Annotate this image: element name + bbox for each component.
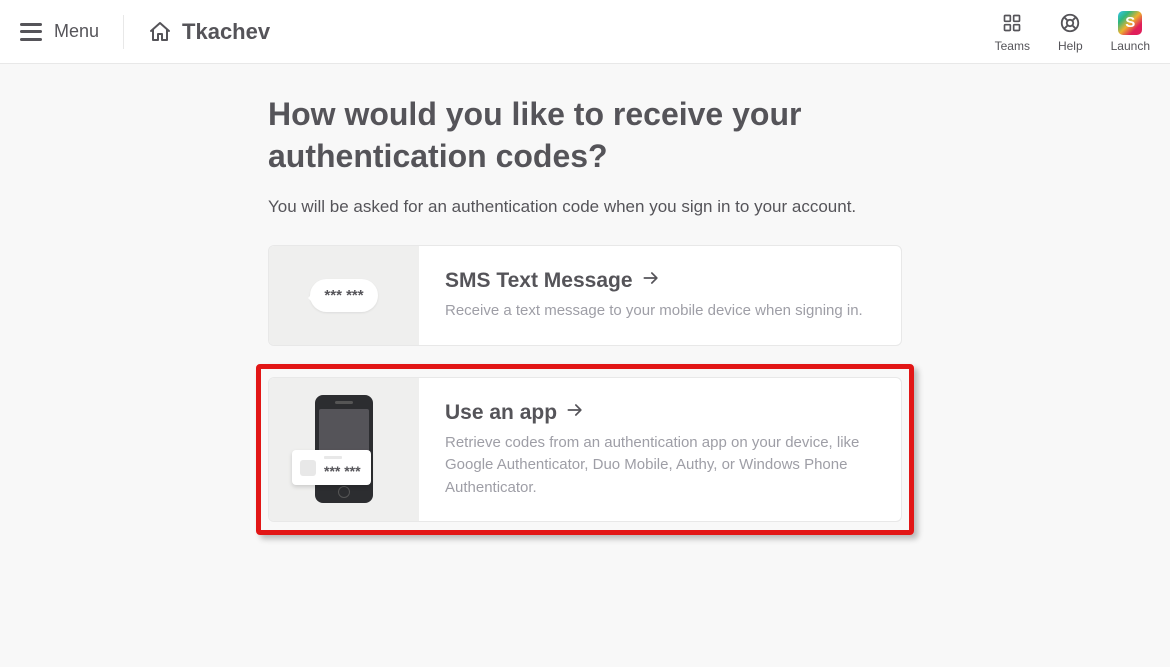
menu-button[interactable]: Menu [20, 21, 99, 42]
highlight-annotation: *** *** Use an app Retriev [256, 364, 914, 536]
help-icon [1059, 11, 1081, 35]
team-button[interactable]: Tkachev [148, 19, 270, 45]
nav-launch[interactable]: S Launch [1111, 11, 1150, 53]
phone-icon [315, 395, 373, 503]
header-right: Teams Help S Launch [995, 11, 1150, 53]
option-sms-illustration: *** *** [269, 246, 419, 345]
content: How would you like to receive your authe… [268, 94, 902, 535]
option-app-title-row: Use an app [445, 400, 875, 426]
nav-teams-label: Teams [995, 39, 1030, 53]
nav-launch-label: Launch [1111, 39, 1150, 53]
nav-help-label: Help [1058, 39, 1083, 53]
team-name: Tkachev [182, 19, 270, 45]
code-bubble-text: *** *** [324, 463, 361, 479]
option-app-desc: Retrieve codes from an authentication ap… [445, 432, 875, 500]
page-subtitle: You will be asked for an authentication … [268, 197, 902, 217]
hamburger-icon [20, 23, 42, 41]
header-divider [123, 15, 124, 49]
option-sms[interactable]: *** *** SMS Text Message Receive a text … [268, 245, 902, 346]
option-app-text: Use an app Retrieve codes from an authen… [419, 378, 901, 522]
slack-icon: S [1118, 11, 1142, 35]
header-bar: Menu Tkachev Teams [0, 0, 1170, 64]
arrow-right-icon [641, 268, 661, 294]
menu-label: Menu [54, 21, 99, 42]
option-app-illustration: *** *** [269, 378, 419, 522]
option-sms-title: SMS Text Message [445, 269, 633, 293]
option-app[interactable]: *** *** Use an app Retriev [268, 377, 902, 523]
sms-bubble-icon: *** *** [310, 279, 377, 312]
grid-icon [1002, 11, 1022, 35]
header-left: Menu Tkachev [20, 15, 270, 49]
nav-help[interactable]: Help [1058, 11, 1083, 53]
option-sms-desc: Receive a text message to your mobile de… [445, 300, 875, 323]
option-app-title: Use an app [445, 401, 557, 425]
main-area: How would you like to receive your authe… [0, 64, 1170, 535]
arrow-right-icon [565, 400, 585, 426]
page-title: How would you like to receive your authe… [268, 94, 902, 177]
home-icon [148, 20, 172, 44]
nav-teams[interactable]: Teams [995, 11, 1030, 53]
option-sms-title-row: SMS Text Message [445, 268, 875, 294]
option-sms-text: SMS Text Message Receive a text message … [419, 246, 901, 345]
code-bubble-icon: *** *** [292, 450, 371, 485]
